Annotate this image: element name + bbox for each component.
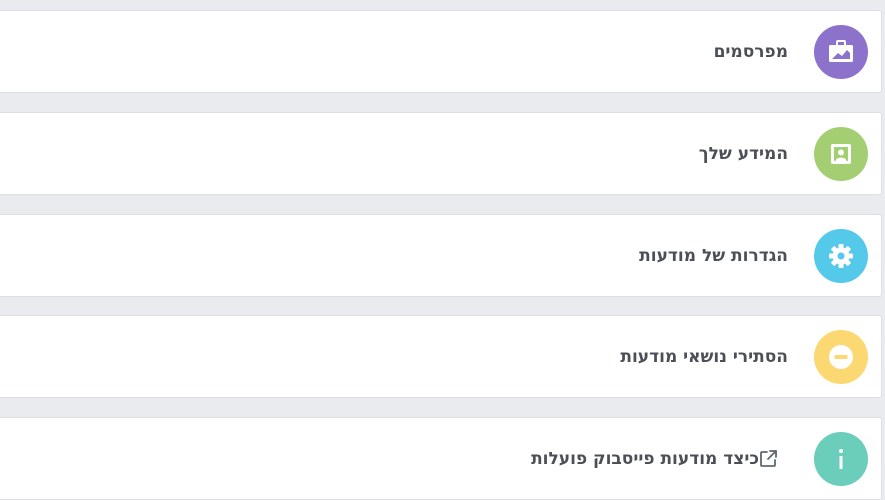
section-ad-settings[interactable]: הגדרות של מודעות (0, 214, 882, 297)
section-advertisers[interactable]: מפרסמים (0, 10, 882, 93)
briefcase-icon-badge (814, 25, 868, 79)
section-label: המידע שלך (698, 143, 788, 164)
briefcase-icon (829, 40, 853, 62)
minus-circle-icon-badge (814, 330, 868, 384)
section-label: כיצד מודעות פייסבוק פועלות (531, 448, 759, 469)
contact-card-icon-badge (814, 127, 868, 181)
gear-icon (829, 244, 853, 268)
section-label: הסתירי נושאי מודעות (620, 346, 788, 367)
minus-circle-icon (829, 345, 853, 369)
info-icon (839, 449, 843, 469)
gear-icon-badge (814, 229, 868, 283)
section-label: מפרסמים (713, 41, 788, 62)
info-icon-badge (814, 432, 868, 486)
section-how-ads-work[interactable]: כיצד מודעות פייסבוק פועלות (0, 417, 882, 500)
section-hide-ad-topics[interactable]: הסתירי נושאי מודעות (0, 315, 882, 398)
external-link-icon[interactable] (759, 449, 778, 468)
contact-card-icon (831, 144, 851, 164)
section-your-information[interactable]: המידע שלך (0, 112, 882, 195)
section-label: הגדרות של מודעות (639, 245, 788, 266)
